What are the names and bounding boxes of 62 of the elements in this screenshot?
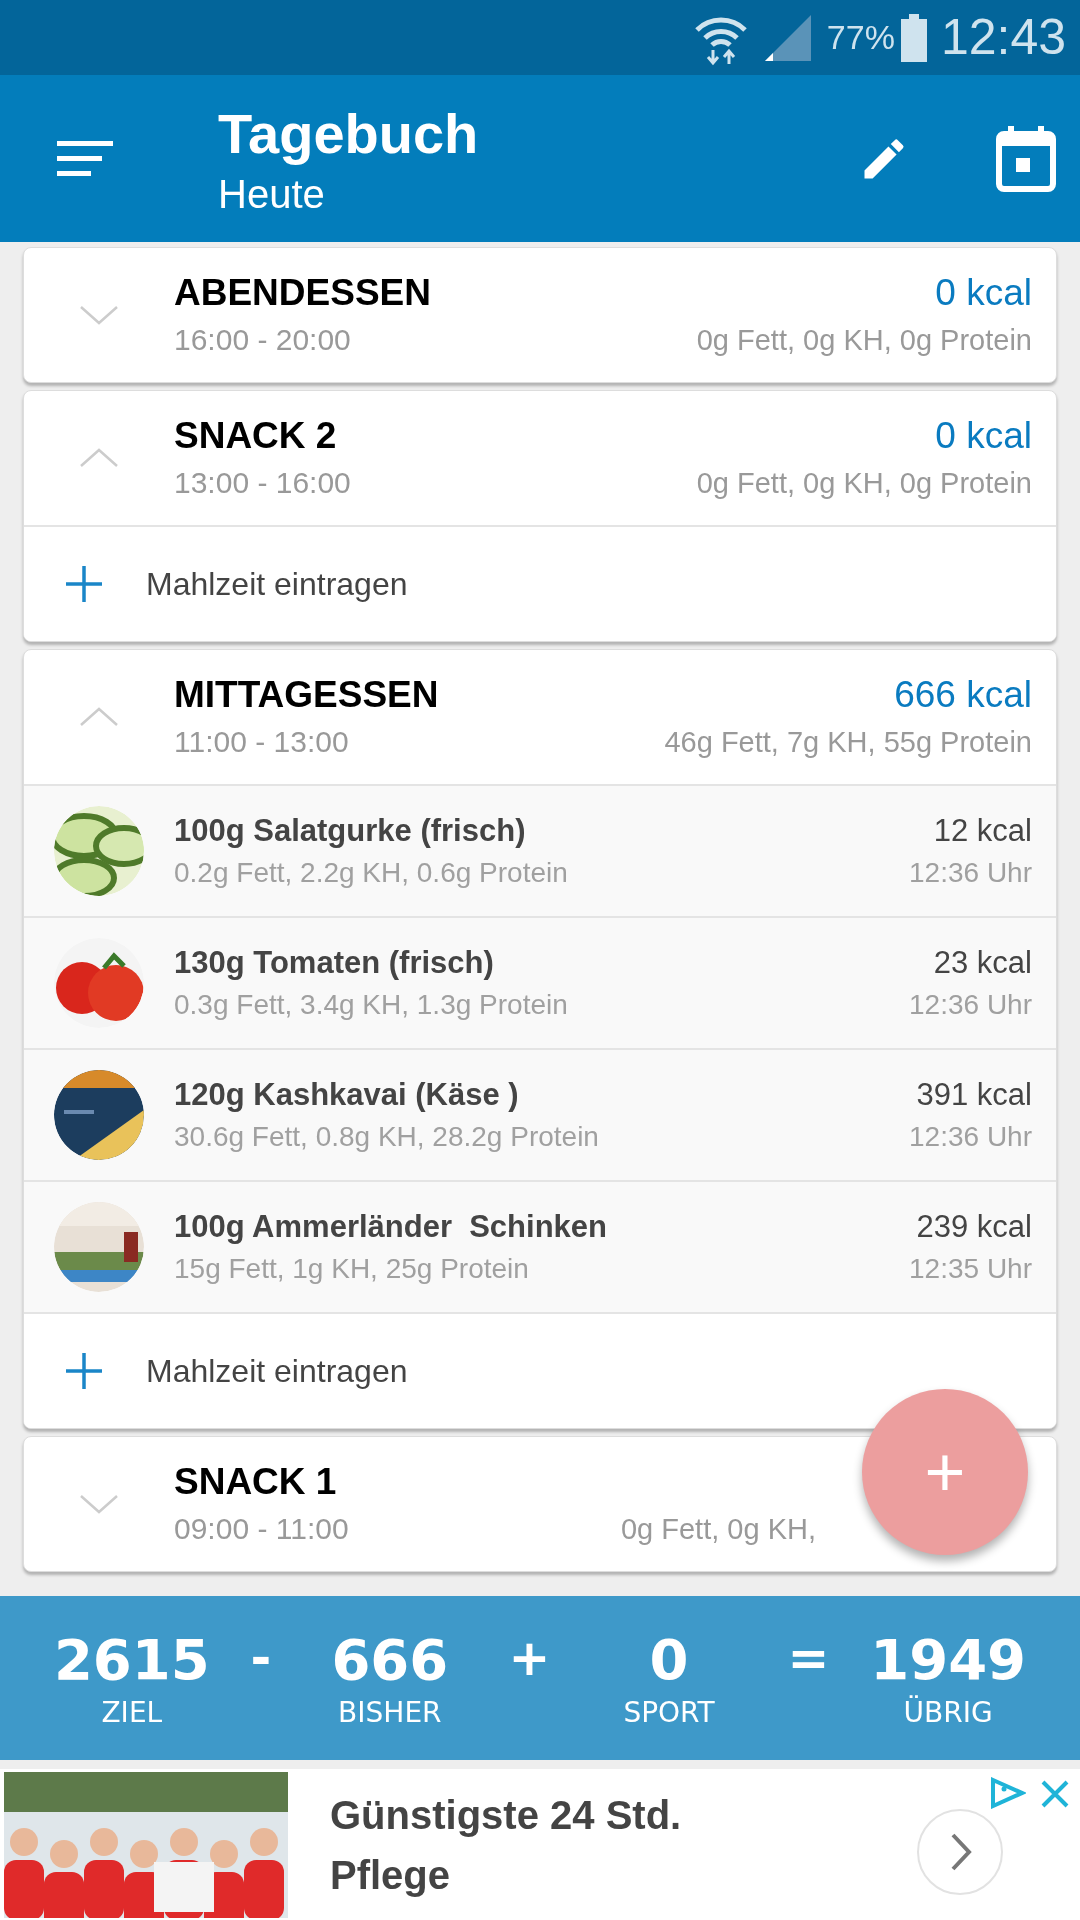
chevron-up-icon[interactable] bbox=[79, 705, 119, 729]
calendar-icon[interactable] bbox=[996, 125, 1056, 192]
menu-icon[interactable] bbox=[57, 138, 113, 179]
meal-macros: 0g Fett, 0g KH, 0g Protein bbox=[696, 323, 1032, 358]
summary-label: BISHER bbox=[338, 1695, 442, 1731]
meal-name: SNACK 1 bbox=[174, 1460, 338, 1504]
meal-kcal: 0 kcal bbox=[935, 271, 1032, 315]
meal-name: MITTAGESSEN bbox=[174, 673, 440, 717]
meal-name: SNACK 2 bbox=[174, 414, 338, 458]
operator-sign: = bbox=[787, 1627, 830, 1689]
summary-value: 2615 bbox=[53, 1626, 210, 1694]
food-macros: 0.2g Fett, 2.2g KH, 0.6g Protein bbox=[174, 856, 569, 890]
meal-macros: 0g Fett, 0g KH, 0g Protein bbox=[696, 466, 1032, 501]
ad-banner[interactable]: Günstigste 24 Std. Pflege bbox=[0, 1769, 1080, 1920]
food-macros: 15g Fett, 1g KH, 25g Protein bbox=[174, 1252, 530, 1286]
food-kcal: 12 kcal bbox=[933, 812, 1032, 850]
battery-icon bbox=[900, 13, 927, 62]
meal-kcal: 666 kcal bbox=[894, 673, 1032, 717]
add-meal-link[interactable]: Mahlzeit eintragen bbox=[146, 560, 408, 608]
food-time: 12:36 Uhr bbox=[909, 1120, 1032, 1154]
operator-sign: - bbox=[250, 1627, 272, 1689]
summary-value: 0 bbox=[649, 1626, 689, 1694]
chevron-right-icon[interactable] bbox=[915, 1807, 1005, 1897]
meal-name: ABENDESSEN bbox=[174, 271, 432, 315]
food-time: 12:36 Uhr bbox=[909, 988, 1032, 1022]
food-name: 100g Ammerländer Schinken bbox=[174, 1208, 609, 1246]
summary-label: ZIEL bbox=[101, 1695, 163, 1731]
battery-percent: 77% bbox=[826, 17, 895, 58]
plus-icon[interactable] bbox=[64, 1351, 104, 1391]
ad-choices-icon[interactable] bbox=[990, 1777, 1026, 1809]
screen-title: Tagebuch bbox=[218, 100, 480, 167]
meal-kcal: 0 kcal bbox=[935, 414, 1032, 458]
meal-time: 11:00 - 13:00 bbox=[174, 724, 350, 760]
chevron-down-icon[interactable] bbox=[79, 303, 119, 327]
food-time: 12:36 Uhr bbox=[909, 856, 1032, 890]
food-name: 120g Kashkavai (Käse ) bbox=[174, 1076, 520, 1114]
food-macros: 30.6g Fett, 0.8g KH, 28.2g Protein bbox=[174, 1120, 600, 1154]
operator-sign: + bbox=[508, 1627, 551, 1689]
food-name: 100g Salatgurke (frisch) bbox=[174, 812, 527, 850]
summary-value: 666 bbox=[331, 1626, 449, 1694]
food-kcal: 391 kcal bbox=[916, 1076, 1032, 1114]
meal-macros: 0g Fett, 0g KH, bbox=[620, 1512, 816, 1547]
food-time: 12:35 Uhr bbox=[909, 1252, 1032, 1286]
add-meal-link[interactable]: Mahlzeit eintragen bbox=[146, 1347, 408, 1395]
screen-subtitle: Heute bbox=[218, 170, 326, 218]
meal-macros: 46g Fett, 7g KH, 55g Protein bbox=[664, 725, 1032, 760]
chevron-down-icon[interactable] bbox=[79, 1492, 119, 1516]
food-kcal: 239 kcal bbox=[916, 1208, 1032, 1246]
food-kcal: 23 kcal bbox=[933, 944, 1032, 982]
meal-time: 09:00 - 11:00 bbox=[174, 1511, 350, 1547]
food-name: 130g Tomaten (frisch) bbox=[174, 944, 495, 982]
close-icon[interactable] bbox=[1040, 1779, 1070, 1809]
plus-icon[interactable] bbox=[64, 564, 104, 604]
meal-time: 16:00 - 20:00 bbox=[174, 322, 352, 358]
summary-value: 1949 bbox=[870, 1626, 1027, 1694]
summary-label: SPORT bbox=[623, 1695, 715, 1731]
meal-time: 13:00 - 16:00 bbox=[174, 465, 352, 501]
summary-label: ÜBRIG bbox=[903, 1695, 993, 1731]
chevron-up-icon[interactable] bbox=[79, 446, 119, 470]
clock-time: 12:43 bbox=[940, 8, 1066, 67]
food-macros: 0.3g Fett, 3.4g KH, 1.3g Protein bbox=[174, 988, 569, 1022]
ad-headline: Günstigste 24 Std. Pflege bbox=[330, 1791, 683, 1899]
